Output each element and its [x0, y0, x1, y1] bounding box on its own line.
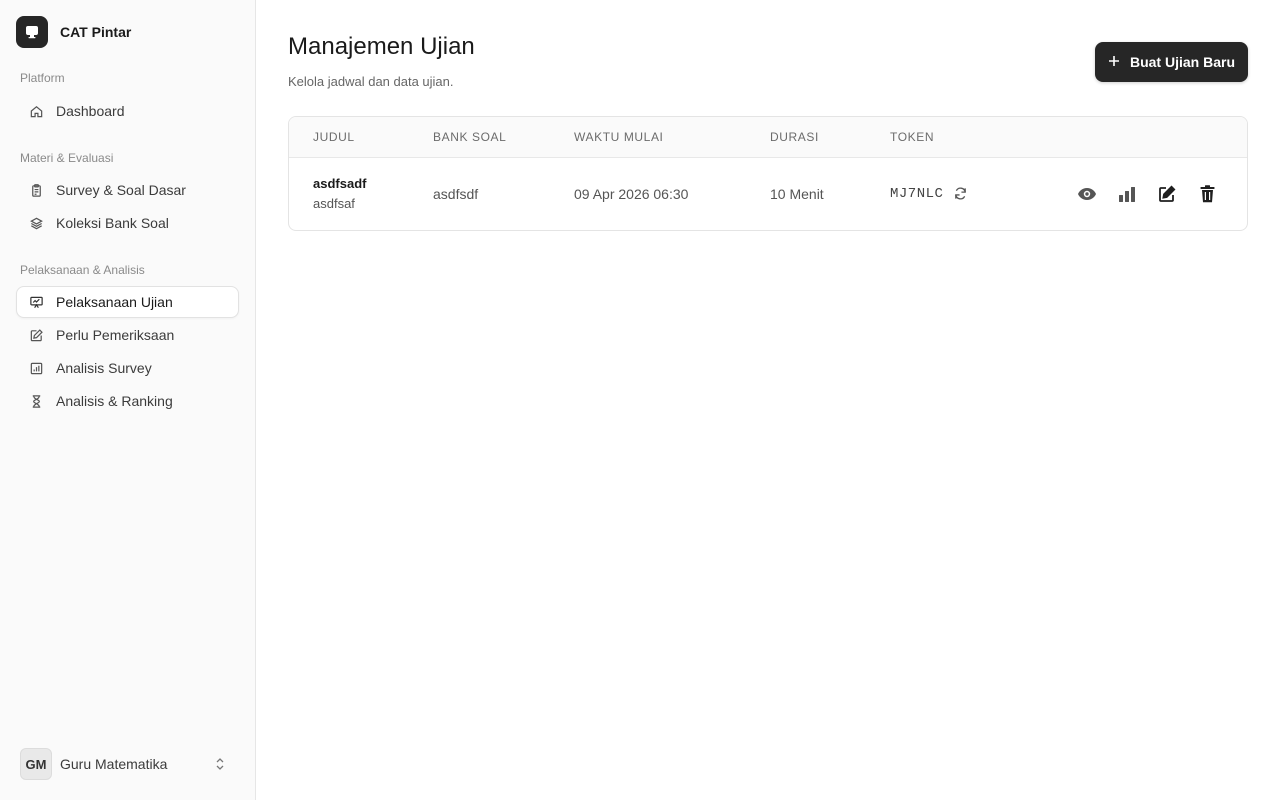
plus-icon	[1108, 54, 1120, 70]
view-icon[interactable]	[1075, 182, 1099, 206]
sidebar-item-label: Perlu Pemeriksaan	[56, 327, 175, 343]
sidebar-item-label: Pelaksanaan Ujian	[56, 294, 173, 310]
table-row: asdfsadf asdfsaf asdfsdf 09 Apr 2026 06:…	[289, 158, 1247, 230]
column-header-waktu-mulai: WAKTU MULAI	[574, 130, 664, 144]
user-name: Guru Matematika	[60, 756, 168, 772]
sidebar-item-survey-soal-dasar[interactable]: Survey & Soal Dasar	[16, 174, 239, 206]
exam-title: asdfsadf	[313, 176, 367, 191]
create-exam-button[interactable]: Buat Ujian Baru	[1095, 42, 1248, 82]
exam-start-time: 09 Apr 2026 06:30	[574, 186, 689, 202]
edit-icon[interactable]	[1155, 182, 1179, 206]
clipboard-icon	[28, 182, 44, 198]
table-header: JUDUL BANK SOAL WAKTU MULAI DURASI TOKEN	[289, 117, 1247, 158]
home-icon	[28, 103, 44, 119]
sidebar-item-pelaksanaan-ujian[interactable]: Pelaksanaan Ujian	[16, 286, 239, 318]
sidebar-item-perlu-pemeriksaan[interactable]: Perlu Pemeriksaan	[16, 319, 239, 351]
column-header-durasi: DURASI	[770, 130, 819, 144]
exam-bank-soal: asdfsdf	[433, 186, 479, 202]
exam-duration: 10 Menit	[770, 186, 824, 202]
bar-chart-icon	[28, 360, 44, 376]
presentation-icon	[28, 294, 44, 310]
section-title-platform: Platform	[20, 71, 65, 85]
column-header-judul: JUDUL	[313, 130, 355, 144]
exam-table: JUDUL BANK SOAL WAKTU MULAI DURASI TOKEN…	[288, 116, 1248, 231]
hourglass-icon	[28, 393, 44, 409]
create-exam-label: Buat Ujian Baru	[1129, 54, 1235, 70]
exam-token: MJ7NLC	[890, 186, 944, 202]
app-name: CAT Pintar	[60, 24, 132, 40]
refresh-token-icon[interactable]	[948, 181, 972, 205]
section-title-materi: Materi & Evaluasi	[20, 151, 114, 165]
sidebar-item-label: Koleksi Bank Soal	[56, 215, 169, 231]
page-subtitle: Kelola jadwal dan data ujian.	[288, 74, 454, 89]
sidebar: CAT Pintar Platform Dashboard Materi & E…	[0, 0, 256, 800]
pencil-icon	[28, 327, 44, 343]
sidebar-item-label: Analisis Survey	[56, 360, 152, 376]
statistics-icon[interactable]	[1115, 182, 1139, 206]
sidebar-item-dashboard[interactable]: Dashboard	[16, 95, 239, 127]
chevron-up-down-icon	[212, 756, 228, 772]
sidebar-item-analisis-survey[interactable]: Analisis Survey	[16, 352, 239, 384]
sidebar-item-analisis-ranking[interactable]: Analisis & Ranking	[16, 385, 239, 417]
sidebar-item-label: Dashboard	[56, 103, 125, 119]
app-logo-icon	[16, 16, 48, 48]
user-menu[interactable]: GM Guru Matematika	[16, 744, 240, 784]
sidebar-item-koleksi-bank-soal[interactable]: Koleksi Bank Soal	[16, 207, 239, 239]
avatar: GM	[20, 748, 52, 780]
sidebar-item-label: Survey & Soal Dasar	[56, 182, 186, 198]
brand[interactable]: CAT Pintar	[16, 16, 131, 48]
sidebar-item-label: Analisis & Ranking	[56, 393, 173, 409]
column-header-bank-soal: BANK SOAL	[433, 130, 507, 144]
section-title-pelaksanaan: Pelaksanaan & Analisis	[20, 263, 145, 277]
column-header-token: TOKEN	[890, 130, 935, 144]
layers-icon	[28, 215, 44, 231]
page-title: Manajemen Ujian	[288, 33, 475, 60]
exam-subtitle: asdfsaf	[313, 196, 355, 211]
delete-icon[interactable]	[1195, 182, 1219, 206]
